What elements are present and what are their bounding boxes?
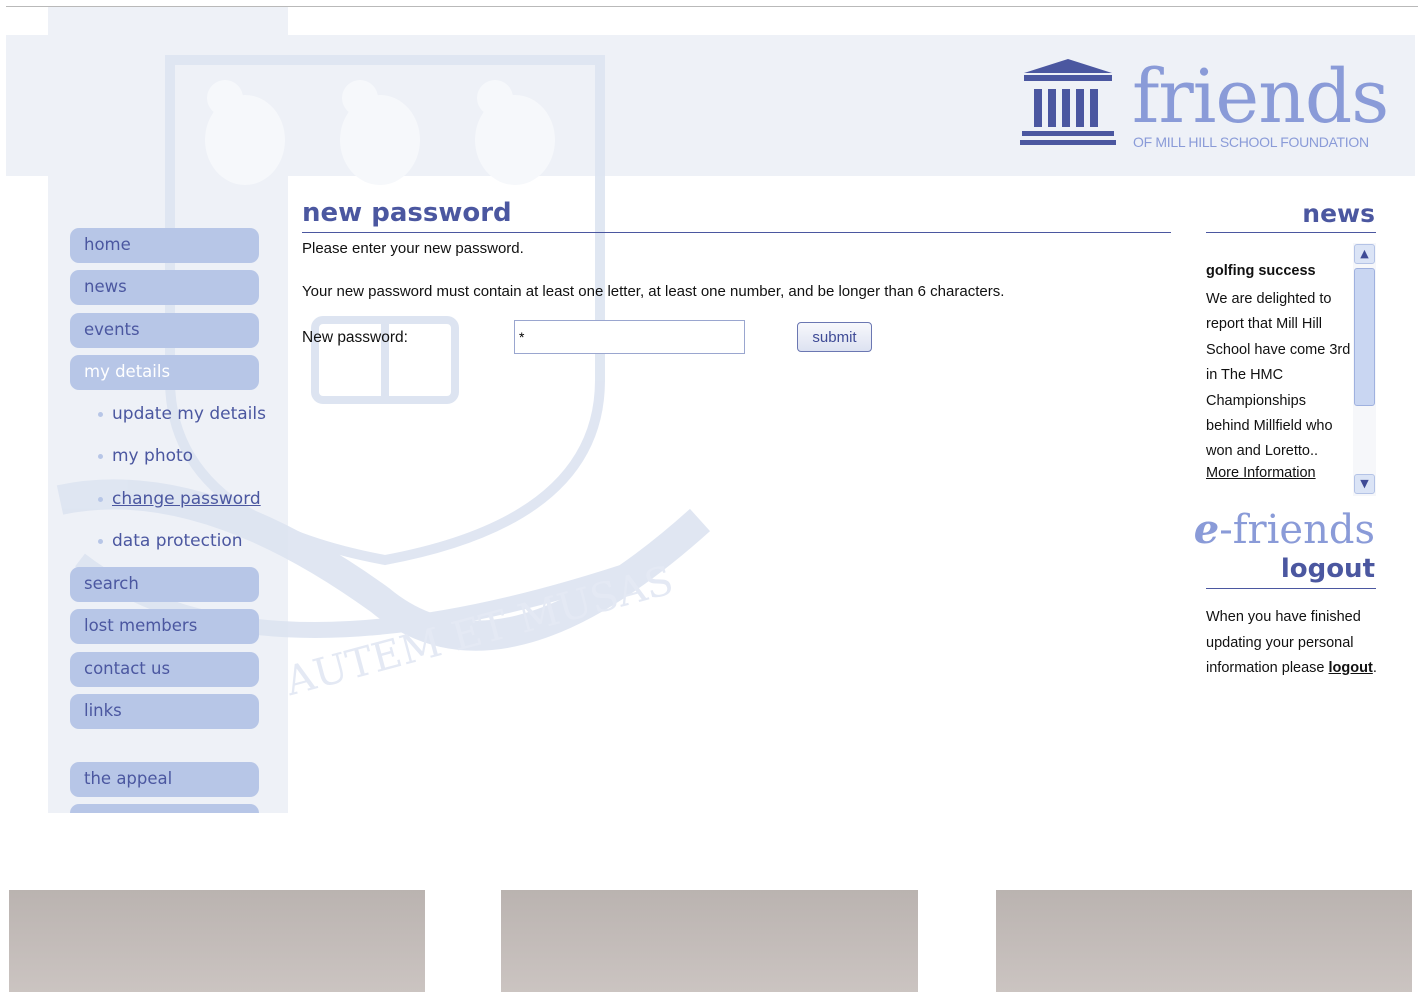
bullet-icon — [98, 538, 103, 544]
efriends-heading: e-friends — [1193, 506, 1375, 553]
new-password-label: New password: — [302, 329, 408, 346]
nav-item-partial[interactable] — [70, 804, 259, 813]
nav-events[interactable]: events — [70, 313, 259, 348]
logo-wordmark: friends — [1132, 54, 1389, 140]
news-scrollbar[interactable]: ▲ ▼ — [1353, 243, 1376, 496]
subnav-my-photo[interactable]: my photo — [98, 443, 193, 469]
chevron-down-icon[interactable]: ▼ — [1354, 474, 1375, 494]
logout-underline — [1206, 588, 1376, 589]
news-headline: golfing success — [1206, 263, 1316, 279]
news-body: We are delighted to report that Mill Hil… — [1206, 291, 1351, 460]
password-rules-text: Your new password must contain at least … — [302, 283, 1005, 300]
nav-lost-members[interactable]: lost members — [70, 609, 259, 644]
logout-link[interactable]: logout — [1329, 660, 1373, 676]
scrollbar-thumb[interactable] — [1354, 268, 1375, 406]
footer-panel-center — [501, 890, 918, 992]
title-underline — [302, 232, 1171, 233]
footer-panel-right — [996, 890, 1412, 992]
submit-button[interactable]: submit — [797, 322, 872, 352]
subnav-update-my-details[interactable]: update my details — [98, 401, 266, 427]
svg-text:AUTEM ET MUSAS: AUTEM ET MUSAS — [280, 557, 678, 705]
news-ticker: golfing success We are delighted to repo… — [1206, 243, 1376, 496]
nav-news[interactable]: news — [70, 270, 259, 305]
intro-text: Please enter your new password. — [302, 240, 524, 257]
nav-contact-us[interactable]: contact us — [70, 652, 259, 687]
subnav-change-password[interactable]: change password — [98, 486, 261, 512]
nav-the-appeal[interactable]: the appeal — [70, 762, 259, 797]
subnav-data-protection[interactable]: data protection — [98, 528, 243, 554]
logout-heading: logout — [1280, 554, 1375, 584]
bullet-icon — [98, 496, 103, 502]
page-title: new password — [302, 198, 512, 228]
logo-subtitle: OF MILL HILL SCHOOL FOUNDATION — [1133, 134, 1369, 150]
footer-panel-left — [9, 890, 425, 992]
nav-search[interactable]: search — [70, 567, 259, 602]
logout-instructions: When you have finished updating your per… — [1206, 609, 1377, 676]
bullet-icon — [98, 411, 103, 417]
nav-my-details[interactable]: my details — [70, 355, 259, 390]
nav-home[interactable]: home — [70, 228, 259, 263]
new-password-input[interactable] — [514, 320, 745, 354]
news-heading: news — [1302, 199, 1375, 228]
chevron-up-icon[interactable]: ▲ — [1354, 244, 1375, 264]
nav-links[interactable]: links — [70, 694, 259, 729]
news-more-link[interactable]: More Information — [1206, 465, 1316, 481]
news-underline — [1206, 232, 1376, 233]
bullet-icon — [98, 453, 103, 459]
